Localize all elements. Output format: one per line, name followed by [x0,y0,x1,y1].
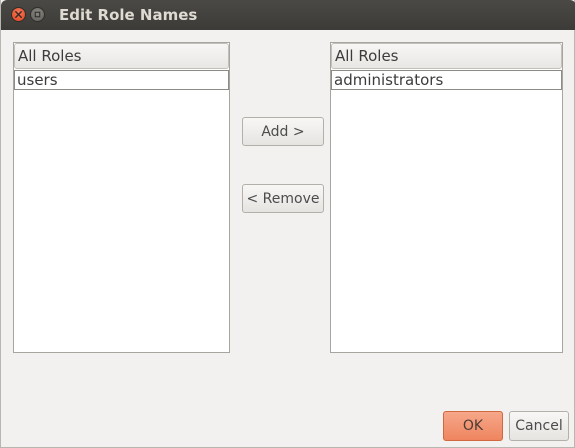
minimize-icon [34,11,41,18]
available-roles-header[interactable]: All Roles [14,43,229,69]
remove-button[interactable]: < Remove [242,184,324,213]
assigned-roles-list[interactable]: All Roles administrators [330,42,563,353]
assigned-roles-header[interactable]: All Roles [331,43,562,69]
list-item-users[interactable]: users [14,70,229,90]
minimize-window-button[interactable] [30,7,45,22]
add-button[interactable]: Add > [242,117,324,146]
list-item-administrators[interactable]: administrators [331,70,562,90]
ok-button[interactable]: OK [443,411,503,441]
cancel-button[interactable]: Cancel [509,411,569,441]
edit-role-names-dialog: Edit Role Names All Roles users Add > < … [0,0,575,448]
title-bar: Edit Role Names [1,0,575,30]
available-roles-list[interactable]: All Roles users [13,42,230,353]
close-icon [15,11,22,18]
window-title: Edit Role Names [59,6,198,24]
close-window-button[interactable] [11,7,26,22]
